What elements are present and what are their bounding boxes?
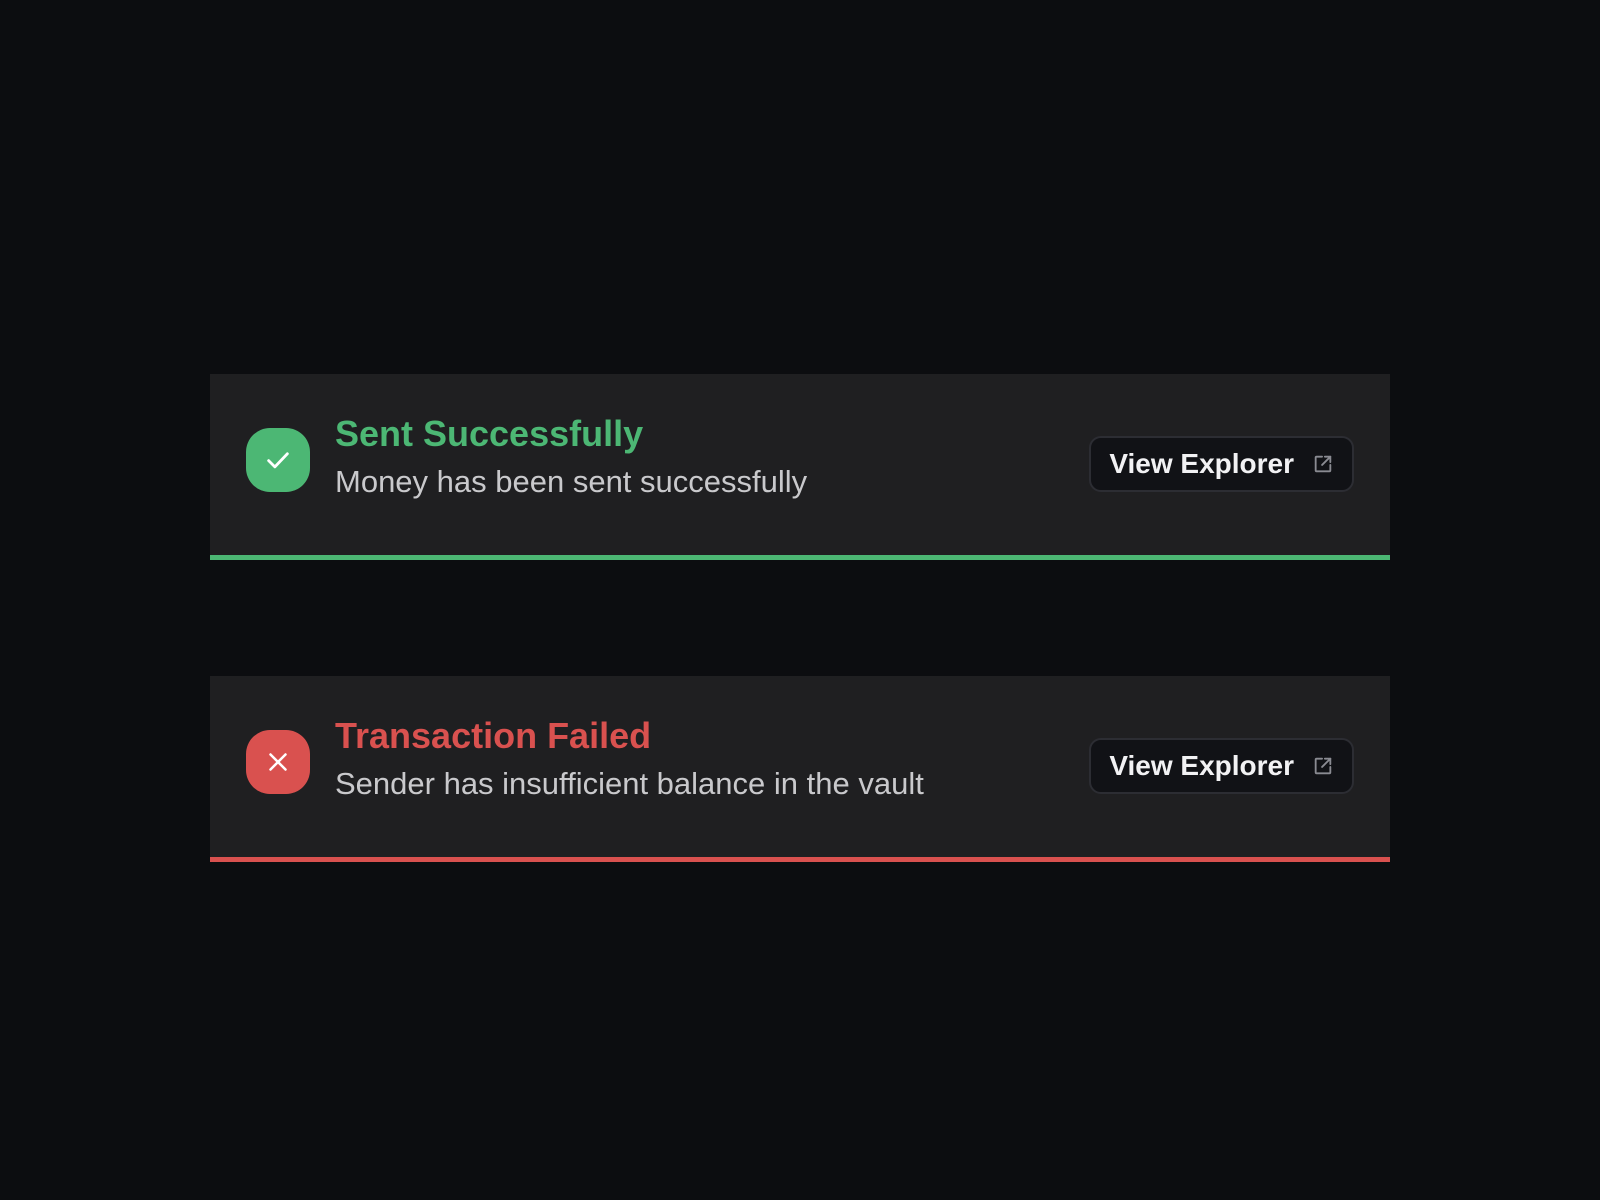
- view-explorer-button[interactable]: View Explorer: [1089, 738, 1354, 794]
- toast-message: Money has been sent successfully: [335, 464, 808, 499]
- error-toast: Transaction Failed Sender has insufficie…: [210, 676, 1390, 862]
- toast-text: Sent Successfully Money has been sent su…: [335, 412, 807, 502]
- check-icon: [246, 428, 310, 492]
- toast-text: Transaction Failed Sender has insufficie…: [335, 714, 924, 804]
- external-link-icon: [1312, 755, 1334, 777]
- external-link-icon: [1312, 453, 1334, 475]
- success-toast: Sent Successfully Money has been sent su…: [210, 374, 1390, 560]
- close-icon: [246, 730, 310, 794]
- toast-title: Sent Successfully: [335, 413, 644, 454]
- toast-title: Transaction Failed: [335, 715, 652, 756]
- view-explorer-label: View Explorer: [1109, 448, 1294, 479]
- toast-message: Sender has insufficient balance in the v…: [335, 766, 924, 801]
- view-explorer-label: View Explorer: [1109, 750, 1294, 781]
- view-explorer-button[interactable]: View Explorer: [1089, 436, 1354, 492]
